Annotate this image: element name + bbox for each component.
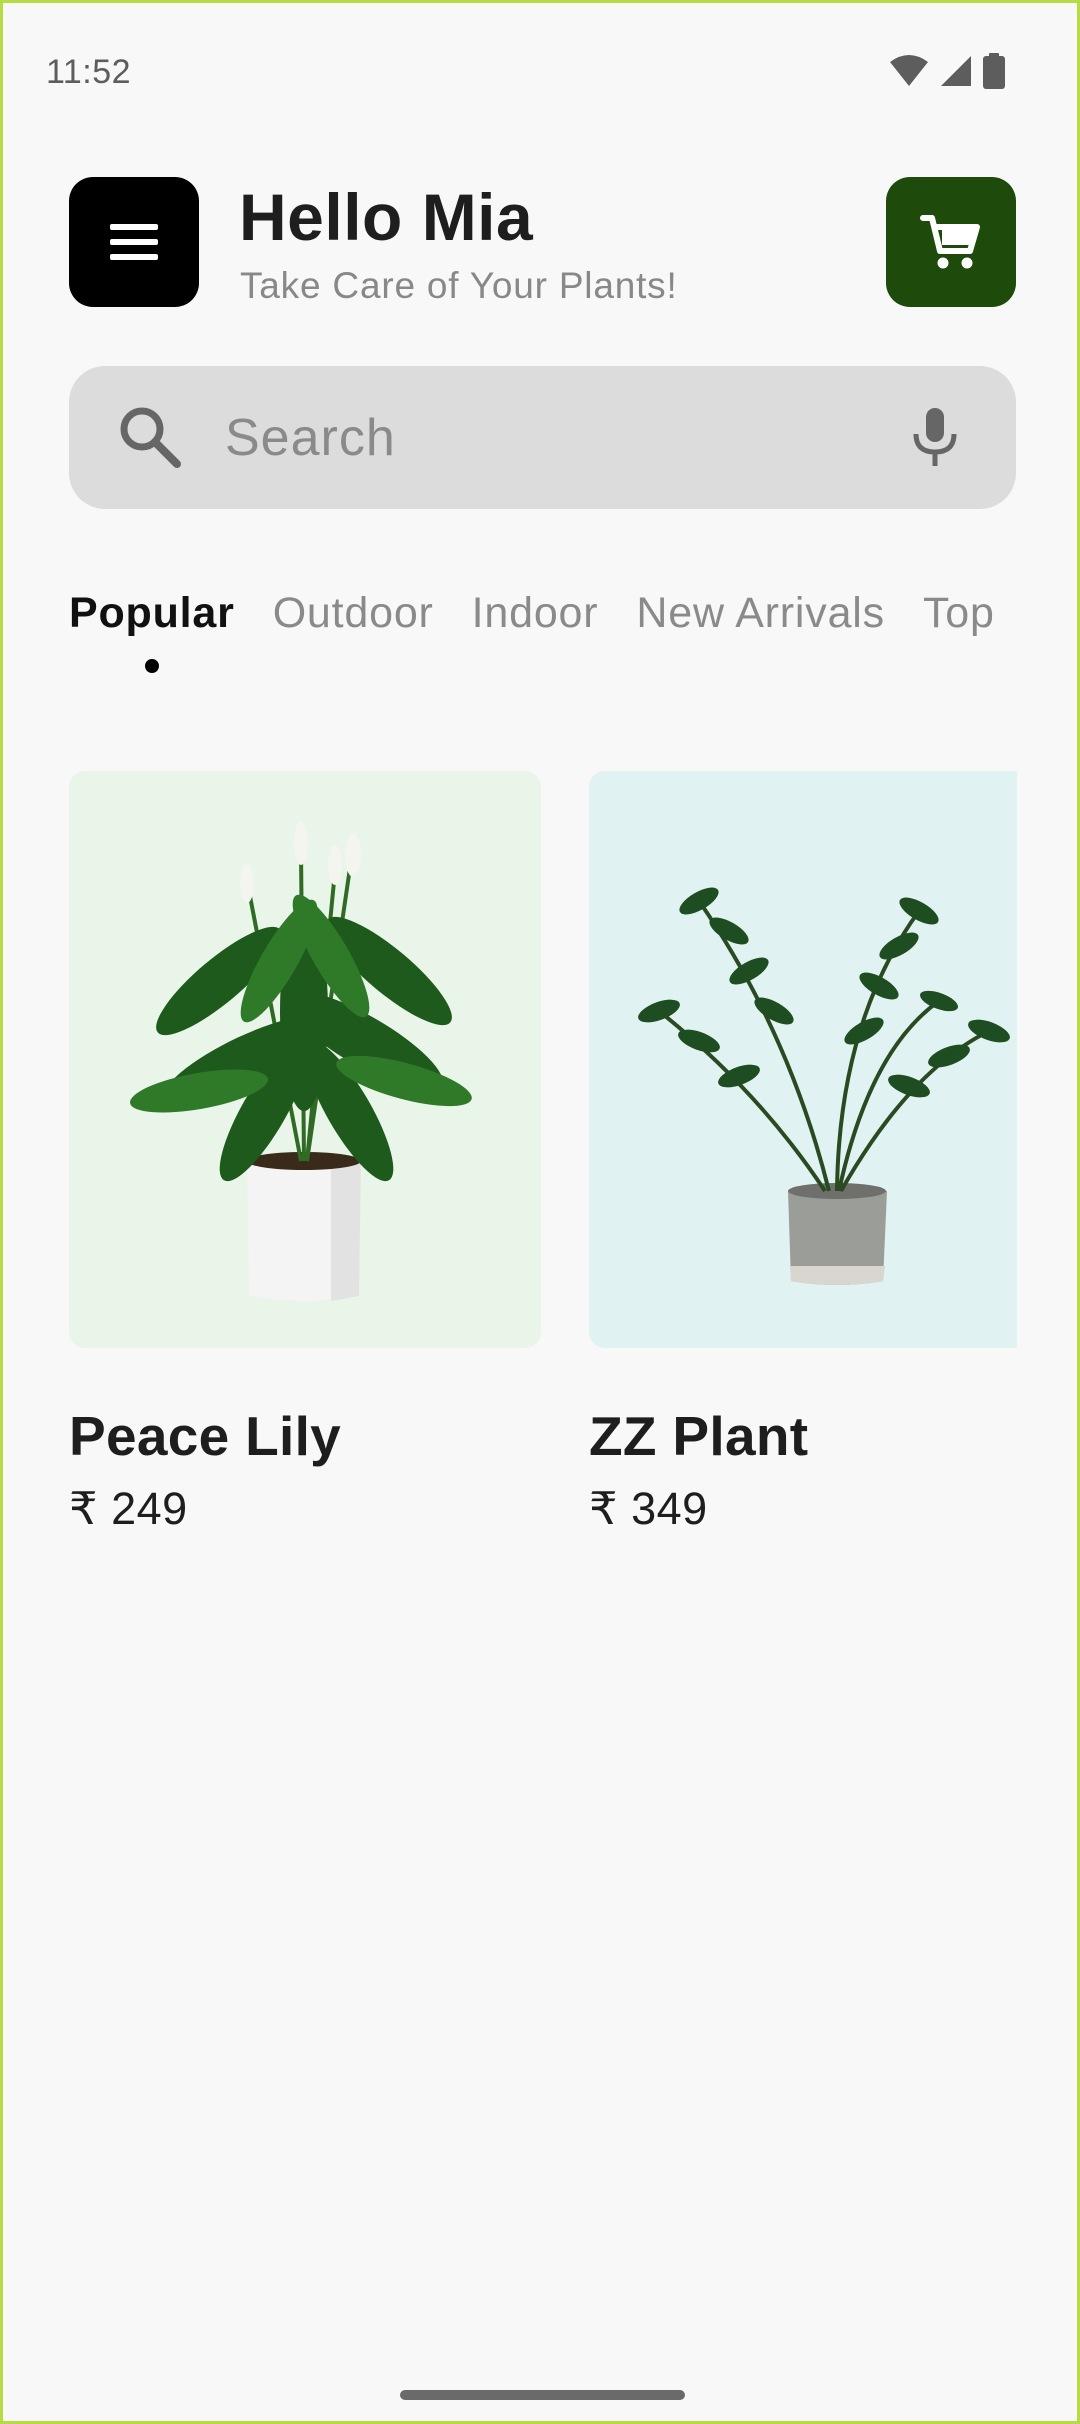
- product-image: [69, 771, 541, 1348]
- wifi-icon: [890, 55, 928, 86]
- signal-icon: [941, 56, 971, 86]
- cart-icon: [920, 215, 980, 269]
- status-icons: [889, 53, 1005, 89]
- tab-label: Top: [922, 589, 995, 637]
- tab-label: New Arrivals: [636, 589, 885, 637]
- status-time: 11:52: [46, 53, 132, 91]
- product-price: ₹ 249: [69, 1483, 188, 1534]
- tab-outdoor[interactable]: Outdoor: [273, 589, 434, 638]
- menu-button[interactable]: [69, 177, 199, 307]
- tab-popular[interactable]: Popular: [69, 589, 235, 673]
- search-bar[interactable]: [69, 366, 1016, 509]
- app-screen: 11:52 Hello Mia Take Care of Your Plants…: [0, 0, 1080, 2424]
- product-card-zz-plant[interactable]: ZZ Plant ₹ 349: [589, 771, 1017, 1535]
- product-image: [589, 771, 1017, 1348]
- product-card-peace-lily[interactable]: Peace Lily ₹ 249: [69, 771, 541, 1535]
- active-tab-indicator: [144, 659, 159, 673]
- tab-top[interactable]: Top: [923, 589, 995, 638]
- search-icon: [120, 407, 181, 468]
- search-input[interactable]: [223, 396, 847, 480]
- product-price: ₹ 349: [589, 1483, 708, 1534]
- product-list: Peace Lily ₹ 249 ZZ Plant ₹ 349: [69, 771, 1017, 1571]
- tab-indoor[interactable]: Indoor: [472, 589, 599, 638]
- product-name: ZZ Plant: [589, 1405, 809, 1467]
- gesture-home-bar[interactable]: [400, 2390, 685, 2400]
- category-tabs: Popular Outdoor Indoor New Arrivals Top: [69, 589, 1017, 689]
- tab-label: Popular: [69, 589, 235, 637]
- mic-icon[interactable]: [902, 404, 968, 470]
- zz-plant-image: [638, 887, 1010, 1285]
- cart-button[interactable]: [886, 177, 1016, 307]
- battery-icon: [983, 53, 1005, 89]
- product-name: Peace Lily: [69, 1405, 342, 1467]
- tab-label: Outdoor: [272, 589, 434, 637]
- tab-label: Indoor: [471, 589, 599, 637]
- hamburger-menu-icon: [110, 224, 158, 260]
- greeting-title: Hello Mia: [239, 180, 534, 254]
- greeting-subtitle: Take Care of Your Plants!: [240, 265, 678, 306]
- tab-new-arrivals[interactable]: New Arrivals: [636, 589, 885, 638]
- peace-lily-plant-image: [129, 821, 472, 1301]
